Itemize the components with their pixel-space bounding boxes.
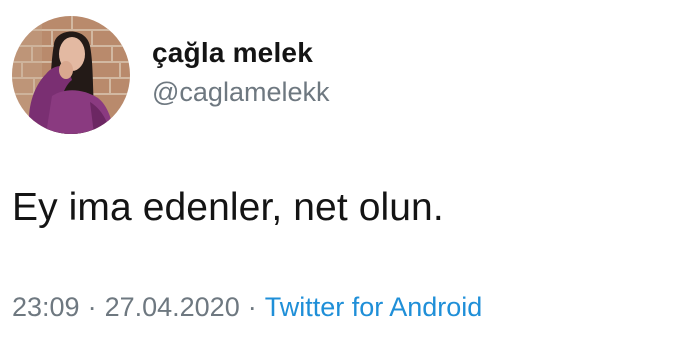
author-names: çağla melek @caglamelekk xyxy=(152,35,329,109)
meta-separator: · xyxy=(247,292,257,322)
avatar-photo xyxy=(12,16,130,134)
tweet-source-link[interactable]: Twitter for Android xyxy=(265,292,483,322)
tweet-card: çağla melek @caglamelekk Ey ima edenler,… xyxy=(0,0,690,354)
tweet-date[interactable]: 27.04.2020 xyxy=(105,292,240,322)
username-handle[interactable]: @caglamelekk xyxy=(152,75,329,109)
tweet-header: çağla melek @caglamelekk xyxy=(12,16,329,134)
meta-separator: · xyxy=(87,292,97,322)
display-name[interactable]: çağla melek xyxy=(152,35,329,71)
tweet-text: Ey ima edenler, net olun. xyxy=(12,186,444,229)
tweet-time[interactable]: 23:09 xyxy=(12,292,80,322)
tweet-meta: 23:09 · 27.04.2020 · Twitter for Android xyxy=(12,290,482,324)
avatar[interactable] xyxy=(12,16,130,134)
